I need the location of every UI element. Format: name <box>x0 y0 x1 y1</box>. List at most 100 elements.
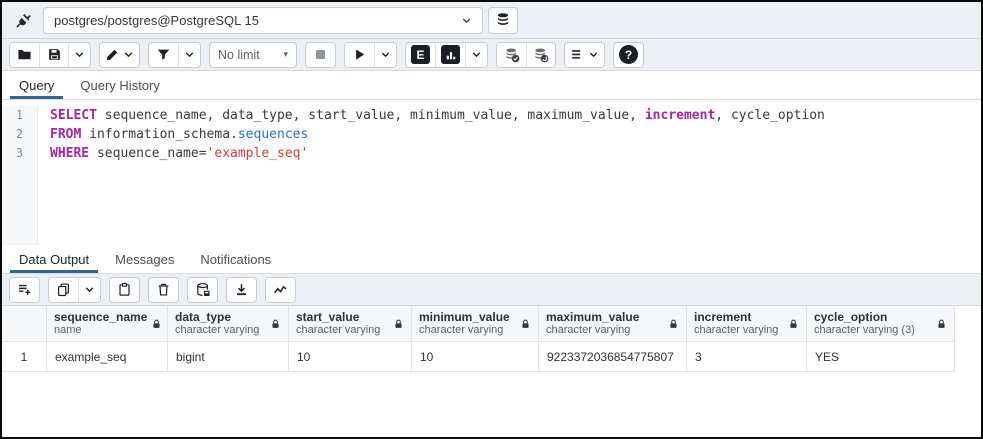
row-limit-select-value: No limit <box>218 48 260 62</box>
commit-button[interactable] <box>497 43 526 67</box>
table-row: 1example_seqbigint1010922337203685477580… <box>2 342 981 372</box>
tab-messages[interactable]: Messages <box>102 245 187 273</box>
list-icon <box>570 47 585 62</box>
rollback-button[interactable] <box>526 43 555 67</box>
toolbar-group <box>9 42 91 68</box>
row-limit-select[interactable]: No limit ▾ <box>209 42 297 68</box>
chevron-down-icon: ▾ <box>283 49 288 60</box>
empty-area <box>2 372 981 437</box>
save-icon <box>47 47 62 62</box>
copy-options-button[interactable] <box>78 278 100 302</box>
output-tabbar: Data OutputMessagesNotifications <box>2 245 981 274</box>
column-header-increment[interactable]: incrementcharacter varying <box>687 306 807 342</box>
tab-data-output[interactable]: Data Output <box>6 245 102 273</box>
play-icon <box>352 47 367 62</box>
toolbar-group: ? <box>613 42 644 68</box>
sql-editor[interactable]: 1SELECT sequence_name, data_type, start_… <box>2 100 981 245</box>
column-header-text: sequence_namename <box>54 310 147 337</box>
explain-icon: E <box>411 45 430 64</box>
toolbar-group <box>226 277 257 303</box>
paste-button[interactable] <box>110 278 139 302</box>
graph-visualiser-button[interactable] <box>266 278 295 302</box>
column-header-cycle_option[interactable]: cycle_optioncharacter varying (3) <box>807 306 955 342</box>
explain-button[interactable]: E <box>406 43 435 67</box>
cell-minimum_value[interactable]: 10 <box>412 342 539 372</box>
column-header-text: start_valuecharacter varying <box>296 310 380 337</box>
execute-button[interactable] <box>345 43 374 67</box>
save-results-button[interactable] <box>227 278 256 302</box>
column-header-sequence_name[interactable]: sequence_namename <box>47 306 168 342</box>
column-name: increment <box>694 310 778 324</box>
lock-icon <box>270 318 281 330</box>
explain-analyze-button[interactable] <box>435 43 465 67</box>
lock-icon <box>668 318 679 330</box>
db-commit-icon <box>504 47 520 63</box>
cell-cycle_option[interactable]: YES <box>807 342 955 372</box>
stop-icon <box>313 47 328 62</box>
column-name: sequence_name <box>54 310 147 324</box>
chevron-icon <box>84 284 95 295</box>
toolbar-group <box>9 277 40 303</box>
edit-menu-button[interactable] <box>100 43 139 67</box>
save-options-button[interactable] <box>68 43 90 67</box>
cell-start_value[interactable]: 10 <box>289 342 412 372</box>
filter-options-button[interactable] <box>178 43 200 67</box>
line-chart-icon <box>273 282 288 297</box>
add-row-button[interactable] <box>10 278 39 302</box>
tab-notifications[interactable]: Notifications <box>187 245 284 273</box>
query-tool-window: postgres/postgres@PostgreSQL 15 No limit… <box>0 0 983 439</box>
lock-icon <box>151 318 162 330</box>
save-file-button[interactable] <box>39 43 68 67</box>
results-grid: sequence_namenamedata_typecharacter vary… <box>2 306 981 372</box>
save-data-button[interactable] <box>188 278 217 302</box>
toolbar-group <box>148 277 179 303</box>
toolbar-group <box>496 42 556 68</box>
macros-button[interactable] <box>565 43 604 67</box>
toolbar-group <box>148 42 201 68</box>
execute-options-button[interactable] <box>374 43 396 67</box>
column-type: character varying <box>546 324 639 337</box>
delete-row-button[interactable] <box>149 278 178 302</box>
connection-select[interactable]: postgres/postgres@PostgreSQL 15 <box>43 7 483 34</box>
stop-button[interactable] <box>306 43 335 67</box>
results-toolbar <box>2 274 981 306</box>
row-number-cell[interactable]: 1 <box>2 342 47 372</box>
column-header-text: minimum_valuecharacter varying <box>419 310 510 337</box>
lock-icon <box>936 318 947 330</box>
copy-icon <box>56 282 71 297</box>
new-connection-button[interactable] <box>488 7 518 34</box>
column-header-data_type[interactable]: data_typecharacter varying <box>168 306 289 342</box>
column-type: character varying <box>296 324 380 337</box>
column-name: data_type <box>175 310 259 324</box>
column-header-minimum_value[interactable]: minimum_valuecharacter varying <box>412 306 539 342</box>
explain-options-button[interactable] <box>465 43 487 67</box>
cell-sequence_name[interactable]: example_seq <box>47 342 168 372</box>
column-header-text: data_typecharacter varying <box>175 310 259 337</box>
code-line: 3WHERE sequence_name='example_seq' <box>2 144 981 163</box>
toolbar-group: E <box>405 42 488 68</box>
clipboard-icon <box>117 282 132 297</box>
filter-button[interactable] <box>149 43 178 67</box>
tab-query[interactable]: Query <box>6 71 67 99</box>
funnel-icon <box>156 47 171 62</box>
column-type: character varying <box>419 324 510 337</box>
cell-data_type[interactable]: bigint <box>168 342 289 372</box>
line-number: 3 <box>2 144 38 163</box>
copy-button[interactable] <box>49 278 78 302</box>
open-file-button[interactable] <box>10 43 39 67</box>
lock-icon <box>520 318 531 330</box>
help-button[interactable]: ? <box>614 43 643 67</box>
cell-maximum_value[interactable]: 9223372036854775807 <box>539 342 687 372</box>
editor-tabbar: QueryQuery History <box>2 71 981 100</box>
toolbar-group <box>99 42 140 68</box>
column-header-start_value[interactable]: start_valuecharacter varying <box>289 306 412 342</box>
download-icon <box>234 282 249 297</box>
line-number: 1 <box>2 106 38 125</box>
column-header-maximum_value[interactable]: maximum_valuecharacter varying <box>539 306 687 342</box>
tab-query-history[interactable]: Query History <box>67 71 172 99</box>
gutter <box>2 163 38 245</box>
cell-increment[interactable]: 3 <box>687 342 807 372</box>
plug-icon <box>8 7 38 33</box>
chevron-down-icon <box>461 15 472 26</box>
help-icon: ? <box>619 45 638 64</box>
